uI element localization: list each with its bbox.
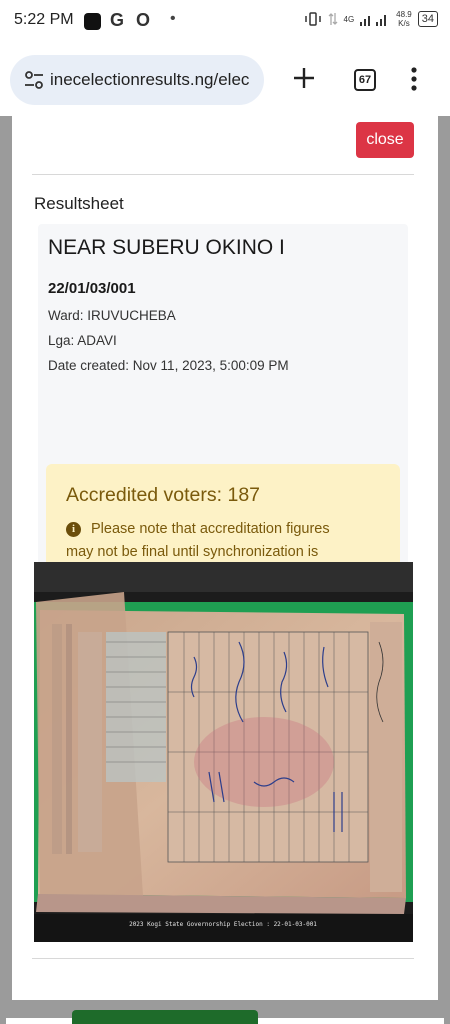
vibrate-icon xyxy=(304,12,321,26)
green-action-button[interactable] xyxy=(72,1010,258,1024)
accredited-voters-title: Accredited voters: 187 xyxy=(66,484,261,506)
info-icon: i xyxy=(66,522,81,537)
new-tab-icon[interactable] xyxy=(292,66,316,90)
network-speed: 48.9 K/s xyxy=(396,10,412,28)
app-notification-icon xyxy=(84,13,101,30)
network-type: 4G xyxy=(343,14,355,24)
more-menu-icon[interactable] xyxy=(408,66,420,92)
photo-footer-caption: 2023 Kogi State Governorship Election : … xyxy=(129,921,317,928)
battery-icon: 34 xyxy=(417,11,438,27)
result-modal: close Resultsheet NEAR SUBERU OKINO I 22… xyxy=(12,116,438,1000)
status-bar: 5:22 PM G O • 4G 48.9 K/s 34 xyxy=(0,0,450,42)
divider xyxy=(32,174,414,175)
google-icon: G xyxy=(110,10,125,30)
browser-toolbar: inecelectionresults.ng/elec 67 xyxy=(0,42,450,116)
status-indicators: 4G 48.9 K/s 34 xyxy=(304,10,438,28)
result-sheet-drawing: 2023 Kogi State Governorship Election : … xyxy=(34,562,413,942)
signal-icon xyxy=(360,15,387,26)
site-settings-icon[interactable] xyxy=(24,71,44,89)
status-time: 5:22 PM xyxy=(14,11,74,28)
data-transfer-icon xyxy=(328,13,337,25)
section-title: Resultsheet xyxy=(34,194,124,213)
url-text[interactable]: inecelectionresults.ng/elec xyxy=(50,70,258,90)
lga-label: Lga: ADAVI xyxy=(48,333,117,348)
polling-unit-code: 22/01/03/001 xyxy=(48,280,136,297)
polling-unit-name: NEAR SUBERU OKINO I xyxy=(48,236,285,259)
result-sheet-photo[interactable]: 2023 Kogi State Governorship Election : … xyxy=(34,562,413,942)
opera-icon: O xyxy=(136,10,151,30)
close-button[interactable]: close xyxy=(356,122,414,158)
divider xyxy=(32,958,414,959)
address-bar[interactable]: inecelectionresults.ng/elec xyxy=(10,55,264,105)
tab-switcher-button[interactable]: 67 xyxy=(354,69,376,91)
date-created-label: Date created: Nov 11, 2023, 5:00:09 PM xyxy=(48,358,289,373)
more-notifications-dot: • xyxy=(170,10,176,27)
ward-label: Ward: IRUVUCHEBA xyxy=(48,308,176,323)
